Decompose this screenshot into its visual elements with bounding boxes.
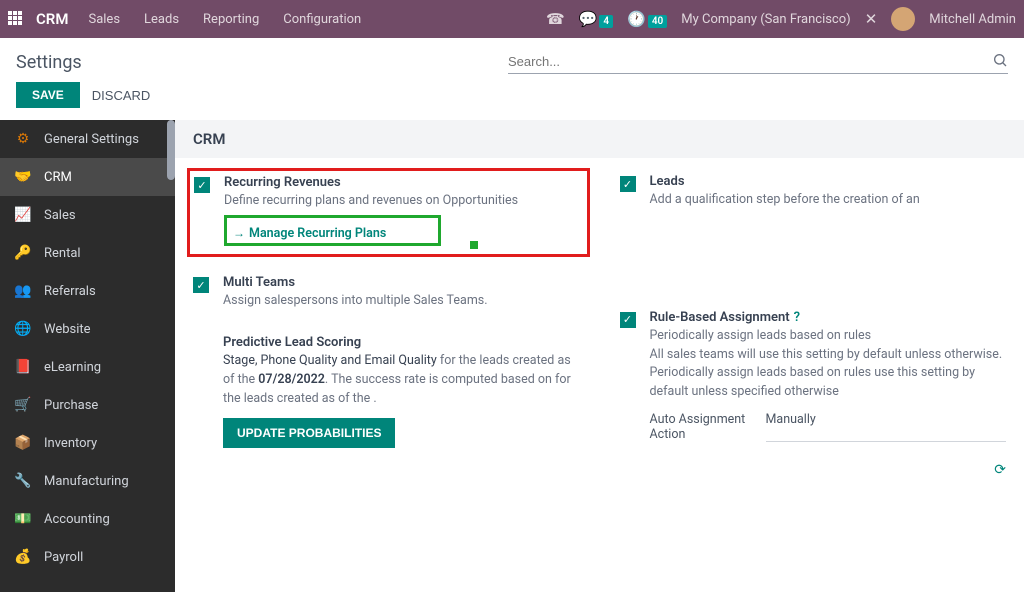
settings-content: CRM ✓ Recurring Revenues Define recurrin… bbox=[175, 120, 1024, 592]
gear-icon: ⚙ bbox=[14, 130, 32, 148]
setting-title: Recurring Revenues bbox=[224, 175, 579, 190]
messages-badge: 4 bbox=[599, 15, 613, 28]
sidebar-scrollbar[interactable] bbox=[167, 120, 175, 180]
section-header: CRM bbox=[175, 120, 1024, 158]
sidebar-item-purchase[interactable]: 🛒 Purchase bbox=[0, 386, 175, 424]
sidebar-item-elearning[interactable]: 📕 eLearning bbox=[0, 348, 175, 386]
sidebar-item-label: Sales bbox=[44, 208, 76, 223]
auto-assignment-action-select[interactable]: Manually bbox=[766, 412, 1007, 442]
wrench-icon: 🔧 bbox=[14, 472, 32, 490]
sidebar-item-label: CRM bbox=[44, 170, 72, 185]
activities-icon[interactable]: 🕐40 bbox=[627, 10, 667, 28]
company-switcher[interactable]: My Company (San Francisco) bbox=[681, 12, 850, 27]
tools-icon[interactable]: ✕ bbox=[865, 10, 878, 28]
sidebar-item-referrals[interactable]: 👥 Referrals bbox=[0, 272, 175, 310]
setting-title: Rule-Based Assignment? bbox=[650, 310, 1007, 325]
annotation-dot bbox=[470, 241, 478, 249]
box-icon: 📦 bbox=[14, 434, 32, 452]
sidebar-item-label: Accounting bbox=[44, 512, 110, 527]
sidebar-item-label: Purchase bbox=[44, 398, 98, 413]
sidebar-item-label: Rental bbox=[44, 246, 81, 261]
recurring-revenues-checkbox[interactable]: ✓ bbox=[194, 177, 210, 193]
search-icon[interactable] bbox=[992, 52, 1008, 72]
sidebar-item-label: Payroll bbox=[44, 550, 83, 565]
user-avatar[interactable] bbox=[891, 7, 915, 31]
page-title: Settings bbox=[16, 52, 82, 73]
setting-desc: Assign salespersons into multiple Sales … bbox=[223, 292, 580, 311]
setting-desc: Stage, Phone Quality and Email Quality f… bbox=[223, 352, 580, 408]
subheader: Settings bbox=[0, 38, 1024, 82]
actions-row: SAVE DISCARD bbox=[0, 82, 1024, 120]
sidebar-item-manufacturing[interactable]: 🔧 Manufacturing bbox=[0, 462, 175, 500]
sidebar-item-label: Manufacturing bbox=[44, 474, 129, 489]
key-icon: 🔑 bbox=[14, 244, 32, 262]
sidebar-item-sales[interactable]: 📈 Sales bbox=[0, 196, 175, 234]
multi-teams-checkbox[interactable]: ✓ bbox=[193, 277, 209, 293]
sidebar-item-crm[interactable]: 🤝 CRM bbox=[0, 158, 175, 196]
setting-desc: Periodically assign leads based on rules bbox=[650, 327, 1007, 346]
nav-reporting[interactable]: Reporting bbox=[203, 12, 259, 27]
sidebar-item-label: Website bbox=[44, 322, 91, 337]
leads-checkbox[interactable]: ✓ bbox=[620, 176, 636, 192]
app-brand[interactable]: CRM bbox=[36, 10, 68, 28]
topbar: CRM Sales Leads Reporting Configuration … bbox=[0, 0, 1024, 38]
book-icon: 📕 bbox=[14, 358, 32, 376]
nav-configuration[interactable]: Configuration bbox=[283, 12, 361, 27]
phone-icon[interactable]: ☎ bbox=[546, 10, 565, 28]
sidebar-item-label: General Settings bbox=[44, 132, 139, 147]
nav-leads[interactable]: Leads bbox=[144, 12, 179, 27]
sidebar-item-label: Referrals bbox=[44, 284, 96, 299]
cart-icon: 🛒 bbox=[14, 396, 32, 414]
search-wrap bbox=[508, 50, 1008, 74]
highlight-annotation-green: →Manage Recurring Plans bbox=[224, 215, 441, 247]
search-input[interactable] bbox=[508, 50, 992, 73]
sidebar-item-rental[interactable]: 🔑 Rental bbox=[0, 234, 175, 272]
sidebar-item-general[interactable]: ⚙ General Settings bbox=[0, 120, 175, 158]
setting-desc: Define recurring plans and revenues on O… bbox=[224, 192, 579, 211]
money-icon: 💵 bbox=[14, 510, 32, 528]
help-icon[interactable]: ? bbox=[794, 310, 800, 325]
sidebar-item-label: Inventory bbox=[44, 436, 97, 451]
field-label: Auto Assignment Action bbox=[650, 412, 750, 442]
handshake-icon: 🤝 bbox=[14, 168, 32, 186]
people-icon: 👥 bbox=[14, 282, 32, 300]
sidebar-item-label: eLearning bbox=[44, 360, 101, 375]
payroll-icon: 💰 bbox=[14, 548, 32, 566]
save-button[interactable]: SAVE bbox=[16, 82, 80, 108]
arrow-right-icon: → bbox=[233, 226, 245, 240]
update-probabilities-button[interactable]: UPDATE PROBABILITIES bbox=[223, 418, 395, 448]
highlight-annotation-red: ✓ Recurring Revenues Define recurring pl… bbox=[187, 168, 590, 257]
sidebar-item-website[interactable]: 🌐 Website bbox=[0, 310, 175, 348]
chart-icon: 📈 bbox=[14, 206, 32, 224]
manage-recurring-plans-link[interactable]: →Manage Recurring Plans bbox=[233, 226, 386, 241]
globe-icon: 🌐 bbox=[14, 320, 32, 338]
discard-button[interactable]: DISCARD bbox=[92, 88, 151, 103]
rule-based-assignment-checkbox[interactable]: ✓ bbox=[620, 312, 636, 328]
setting-desc-extra: All sales teams will use this setting by… bbox=[650, 346, 1007, 402]
sidebar-item-accounting[interactable]: 💵 Accounting bbox=[0, 500, 175, 538]
refresh-icon[interactable]: ⟳ bbox=[650, 462, 1007, 478]
nav-sales[interactable]: Sales bbox=[88, 12, 120, 27]
sidebar-item-payroll[interactable]: 💰 Payroll bbox=[0, 538, 175, 576]
setting-desc: Add a qualification step before the crea… bbox=[650, 191, 1007, 210]
sidebar-item-inventory[interactable]: 📦 Inventory bbox=[0, 424, 175, 462]
activities-badge: 40 bbox=[648, 15, 667, 28]
setting-title: Predictive Lead Scoring bbox=[223, 335, 580, 350]
settings-sidebar: ⚙ General Settings 🤝 CRM 📈 Sales 🔑 Rental 👥 R… bbox=[0, 120, 175, 592]
apps-menu-icon[interactable] bbox=[8, 11, 24, 27]
setting-title: Leads bbox=[650, 174, 1007, 189]
user-name[interactable]: Mitchell Admin bbox=[929, 12, 1016, 27]
messages-icon[interactable]: 💬4 bbox=[579, 10, 613, 28]
setting-title: Multi Teams bbox=[223, 275, 580, 290]
